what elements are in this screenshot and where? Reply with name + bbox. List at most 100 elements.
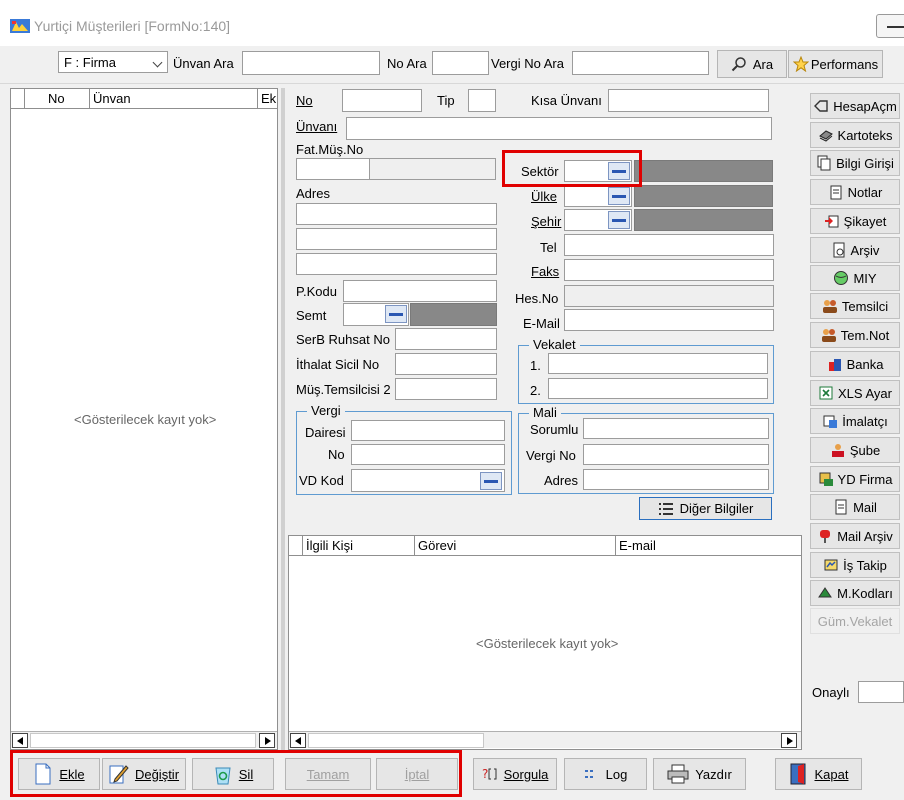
log-icon	[584, 770, 593, 778]
customer-list-empty-text: <Gösterilecek kayıt yok>	[74, 412, 217, 427]
yazdir-button[interactable]: Yazdır	[653, 758, 746, 790]
m-kodlari-label: M.Kodları	[837, 585, 893, 601]
scroll-right-icon[interactable]	[781, 733, 797, 748]
vergi-no-input[interactable]	[351, 444, 505, 465]
diger-bilgiler-button[interactable]: Diğer Bilgiler	[639, 497, 772, 520]
kapat-label: Kapat	[814, 766, 849, 782]
notes-icon	[830, 185, 842, 200]
xls-ayar-label: XLS Ayar	[838, 385, 892, 401]
bilgi-girisi-button[interactable]: Bilgi Girişi	[810, 150, 900, 176]
banka-label: Banka	[846, 356, 884, 372]
unvani-input[interactable]	[346, 117, 772, 140]
mali-sorumlu-input[interactable]	[583, 418, 769, 439]
column-header-gorevi[interactable]: Görevi	[414, 536, 614, 556]
xls-ayar-button[interactable]: XLS Ayar	[810, 380, 900, 406]
mus-temsilcisi-input[interactable]	[395, 378, 497, 400]
ara-button[interactable]: Ara	[717, 50, 787, 78]
no-input[interactable]	[342, 89, 422, 112]
log-button[interactable]: Log	[564, 758, 647, 790]
mail-arsiv-button[interactable]: Mail Arşiv	[810, 523, 900, 549]
vergi-no-ara-input[interactable]	[572, 51, 709, 75]
scroll-left-icon[interactable]	[290, 733, 306, 748]
splitter[interactable]	[281, 88, 285, 750]
sikayet-button[interactable]: Şikayet	[810, 208, 900, 234]
excel-icon	[819, 386, 833, 400]
notlar-label: Notlar	[847, 184, 883, 200]
column-header-ilgili-kisi[interactable]: İlgili Kişi	[302, 536, 414, 556]
contacts-hscrollbar[interactable]	[289, 731, 801, 748]
yd-firma-button[interactable]: YD Firma	[810, 466, 900, 492]
pkodu-input[interactable]	[343, 280, 497, 302]
minimize-button[interactable]	[876, 14, 904, 38]
column-header-no[interactable]: No	[24, 89, 99, 109]
imalatci-button[interactable]: İmalatçı	[810, 408, 900, 434]
people-icon	[822, 300, 837, 313]
mailbox-icon	[820, 530, 831, 543]
ara-button-label: Ara	[752, 56, 774, 72]
vd-kod-lookup-icon[interactable]	[480, 472, 502, 490]
vekalet-row2-input[interactable]	[548, 378, 768, 399]
miy-button[interactable]: MIY	[810, 265, 900, 291]
is-takip-button[interactable]: İş Takip	[810, 552, 900, 578]
app-icon	[10, 19, 30, 33]
customer-list-grid: No Ünvan Ek <Gösterilecek kayıt yok>	[10, 88, 278, 750]
mail-button[interactable]: Mail	[810, 494, 900, 520]
sehir-lookup-icon[interactable]	[608, 211, 630, 229]
vergi-no-ara-label: Vergi No Ara	[491, 56, 564, 71]
is-takip-label: İş Takip	[843, 557, 887, 573]
unvani-label: Ünvanı	[296, 119, 338, 134]
unvan-ara-label: Ünvan Ara	[173, 56, 234, 71]
mail-arsiv-label: Mail Arşiv	[837, 528, 893, 544]
adres-line-2[interactable]	[296, 228, 497, 250]
vergi-dairesi-input[interactable]	[351, 420, 505, 441]
hesapacm-button[interactable]: HesapAçm	[810, 93, 900, 119]
vekalet-row1-input[interactable]	[548, 353, 768, 374]
ulke-lookup-icon[interactable]	[608, 187, 630, 205]
performans-button[interactable]: Performans	[788, 50, 883, 78]
mali-adres-input[interactable]	[583, 469, 769, 490]
sehir-display	[634, 209, 773, 231]
onayli-input[interactable]	[858, 681, 904, 703]
scroll-thumb[interactable]	[308, 733, 484, 748]
kisa-unvani-input[interactable]	[608, 89, 769, 112]
scroll-thumb[interactable]	[30, 733, 256, 748]
type-select[interactable]: F : Firma	[58, 51, 168, 73]
unvan-ara-input[interactable]	[242, 51, 380, 75]
type-select-value: F : Firma	[64, 54, 116, 70]
tel-input[interactable]	[564, 234, 774, 256]
faks-input[interactable]	[564, 259, 774, 281]
m-kodlari-button[interactable]: M.Kodları	[810, 580, 900, 606]
sorgula-button[interactable]: ? Sorgula	[473, 758, 557, 790]
tip-input[interactable]	[468, 89, 496, 112]
adres-line-3[interactable]	[296, 253, 497, 275]
scroll-right-icon[interactable]	[259, 733, 275, 748]
tem-not-button[interactable]: Tem.Not	[810, 322, 900, 348]
cards-icon	[818, 130, 833, 142]
notlar-button[interactable]: Notlar	[810, 179, 900, 205]
arsiv-button[interactable]: Arşiv	[810, 237, 900, 263]
column-header-unvan[interactable]: Ünvan	[89, 89, 257, 109]
gum-vekalet-button[interactable]: Güm.Vekalet	[810, 608, 900, 634]
sikayet-label: Şikayet	[843, 213, 887, 229]
sube-button[interactable]: Şube	[810, 437, 900, 463]
semt-lookup-icon[interactable]	[385, 305, 407, 323]
title-bar: Yurtiçi Müşterileri [FormNo:140]	[0, 0, 904, 46]
customer-list-hscrollbar[interactable]	[11, 731, 277, 748]
mali-legend: Mali	[529, 405, 561, 420]
column-header-email[interactable]: E-mail	[615, 536, 801, 556]
ithalat-sicil-input[interactable]	[395, 353, 497, 375]
no-ara-input[interactable]	[432, 51, 489, 75]
kartoteks-button[interactable]: Kartoteks	[810, 122, 900, 148]
pkodu-label: P.Kodu	[296, 284, 337, 299]
serb-ruhsat-input[interactable]	[395, 328, 497, 350]
banka-button[interactable]: Banka	[810, 351, 900, 377]
column-header-ek[interactable]: Ek	[257, 89, 277, 109]
mali-vergi-no-input[interactable]	[583, 444, 769, 465]
kapat-button[interactable]: Kapat	[775, 758, 862, 790]
adres-line-1[interactable]	[296, 203, 497, 225]
temsilci-button[interactable]: Temsilci	[810, 293, 900, 319]
scroll-left-icon[interactable]	[12, 733, 28, 748]
yazdir-label: Yazdır	[695, 766, 732, 782]
fat-mus-no-input[interactable]	[296, 158, 370, 180]
email-input[interactable]	[564, 309, 774, 331]
